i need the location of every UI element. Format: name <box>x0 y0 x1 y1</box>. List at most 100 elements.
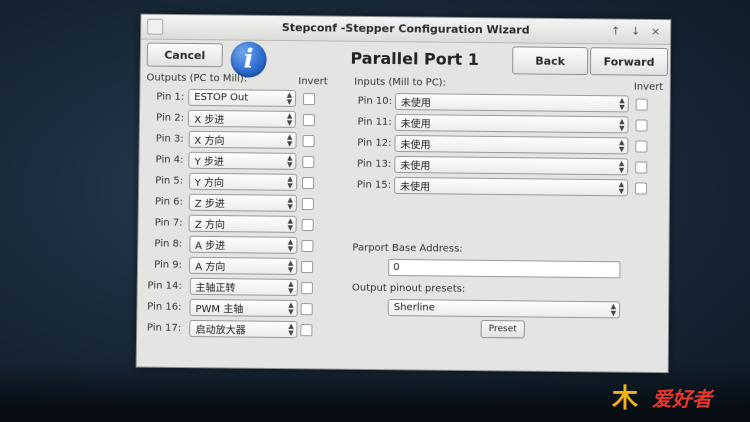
output-pin-value: 启动放大器 <box>196 321 246 337</box>
output-invert-checkbox[interactable] <box>303 93 315 105</box>
outputs-header: Outputs (PC to Mill): <box>146 72 247 84</box>
combo-arrows-icon: ▲ ▼ <box>287 155 293 169</box>
output-pin-value: A 步进 <box>195 237 225 252</box>
output-pin-label: Pin 14: <box>142 280 182 291</box>
output-pin-select[interactable]: X 步进 ▲ ▼ <box>188 110 296 128</box>
output-invert-checkbox[interactable] <box>301 240 313 252</box>
combo-arrows-icon: ▲ ▼ <box>619 139 624 153</box>
combo-arrows-icon: ▲ ▼ <box>287 113 293 127</box>
combo-arrows-icon: ▲ ▼ <box>287 197 293 211</box>
input-pin-label: Pin 11: <box>352 117 392 128</box>
input-invert-checkbox[interactable] <box>635 119 647 131</box>
window-close-icon[interactable]: × <box>651 25 660 38</box>
output-invert-checkbox[interactable] <box>301 282 313 294</box>
combo-arrows-icon: ▲ ▼ <box>287 176 293 190</box>
input-pin-select[interactable]: 未使用 ▲ ▼ <box>394 156 628 175</box>
forward-button[interactable]: Forward <box>590 47 668 76</box>
cancel-button[interactable]: Cancel <box>147 43 223 68</box>
output-pin-select[interactable]: Y 步进 ▲ ▼ <box>188 152 296 170</box>
output-pin-value: X 步进 <box>194 111 224 126</box>
input-pin-value: 未使用 <box>400 157 430 172</box>
input-pin-select[interactable]: 未使用 ▲ ▼ <box>394 177 628 196</box>
input-invert-checkbox[interactable] <box>635 182 647 194</box>
output-invert-checkbox[interactable] <box>303 114 315 126</box>
output-pin-select[interactable]: Z 方向 ▲ ▼ <box>189 215 297 233</box>
combo-arrows-icon: ▲ ▼ <box>619 160 625 174</box>
output-pin-label: Pin 2: <box>144 112 184 123</box>
title-bar[interactable]: Stepconf -Stepper Configuration Wizard ↑… <box>141 15 670 45</box>
parport-address-input[interactable]: 0 <box>388 259 620 278</box>
output-pin-value: PWM 主轴 <box>195 300 243 316</box>
output-invert-checkbox[interactable] <box>301 261 313 273</box>
watermark-word: 爱好者 <box>652 384 712 414</box>
output-pin-select[interactable]: A 步进 ▲ ▼ <box>189 236 297 254</box>
combo-arrows-icon: ▲ ▼ <box>288 281 294 295</box>
watermark-mark: 木 <box>612 382 638 416</box>
output-pin-value: Z 方向 <box>195 216 225 231</box>
outputs-invert-header: Invert <box>298 76 327 87</box>
combo-arrows-icon: ▲ ▼ <box>287 92 293 106</box>
output-pin-select[interactable]: 主轴正转 ▲ ▼ <box>189 278 297 296</box>
input-pin-select[interactable]: 未使用 ▲ ▼ <box>394 135 628 154</box>
input-pin-label: Pin 12: <box>351 137 391 148</box>
input-pin-value: 未使用 <box>400 178 430 193</box>
output-pin-value: A 方向 <box>195 258 225 273</box>
watermark-logo: 木 爱好者 <box>612 382 740 416</box>
output-pin-value: Y 步进 <box>195 153 224 168</box>
input-pin-select[interactable]: 未使用 ▲ ▼ <box>395 114 629 133</box>
output-invert-checkbox[interactable] <box>302 177 314 189</box>
inputs-header: Inputs (Mill to PC): <box>354 77 446 89</box>
combo-arrows-icon: ▲ ▼ <box>288 218 294 232</box>
output-pin-select[interactable]: 启动放大器 ▲ ▼ <box>190 320 298 338</box>
output-pin-select[interactable]: Z 步进 ▲ ▼ <box>189 194 297 212</box>
input-pin-value: 未使用 <box>400 136 430 151</box>
output-pin-label: Pin 16: <box>141 301 181 312</box>
output-pin-value: Y 方向 <box>195 174 224 189</box>
output-pin-label: Pin 17: <box>141 322 181 333</box>
output-pin-select[interactable]: X 方向 ▲ ▼ <box>188 131 296 149</box>
output-pin-label: Pin 4: <box>143 154 183 165</box>
input-invert-checkbox[interactable] <box>636 99 648 111</box>
output-pin-value: Z 步进 <box>195 195 225 210</box>
inputs-invert-header: Invert <box>634 82 663 93</box>
back-button[interactable]: Back <box>512 46 588 75</box>
output-pin-label: Pin 8: <box>142 238 182 249</box>
output-pin-value: X 方向 <box>194 132 224 147</box>
input-invert-checkbox[interactable] <box>635 161 647 173</box>
output-invert-checkbox[interactable] <box>300 324 312 336</box>
output-pin-select[interactable]: PWM 主轴 ▲ ▼ <box>189 299 297 317</box>
input-pin-label: Pin 10: <box>352 96 392 107</box>
window-title: Stepconf -Stepper Configuration Wizard <box>141 20 670 38</box>
combo-arrows-icon: ▲ ▼ <box>287 134 293 148</box>
output-pin-select[interactable]: Y 方向 ▲ ▼ <box>189 173 297 191</box>
output-pin-label: Pin 9: <box>142 259 182 270</box>
info-icon: i <box>230 41 266 77</box>
combo-arrows-icon: ▲ ▼ <box>619 97 624 111</box>
combo-arrows-icon: ▲ ▼ <box>288 239 294 253</box>
output-invert-checkbox[interactable] <box>301 303 313 315</box>
combo-arrows-icon: ▲ ▼ <box>288 260 294 274</box>
window-lower-icon[interactable]: ↓ <box>631 25 640 38</box>
combo-arrows-icon: ▲ ▼ <box>619 118 624 132</box>
pinout-presets-select[interactable]: Sherline ▲ ▼ <box>388 299 620 318</box>
pinout-presets-value: Sherline <box>394 302 435 313</box>
stepconf-window: Stepconf -Stepper Configuration Wizard ↑… <box>136 14 672 374</box>
output-pin-select[interactable]: ESTOP Out ▲ ▼ <box>188 89 296 107</box>
combo-arrows-icon: ▲ ▼ <box>619 181 625 195</box>
preset-button[interactable]: Preset <box>481 320 525 339</box>
output-invert-checkbox[interactable] <box>302 219 314 231</box>
pinout-presets-label: Output pinout presets: <box>352 283 465 295</box>
combo-arrows-icon: ▲ ▼ <box>611 303 617 317</box>
output-invert-checkbox[interactable] <box>302 156 314 168</box>
input-pin-label: Pin 13: <box>351 158 391 169</box>
input-pin-value: 未使用 <box>401 94 431 109</box>
output-invert-checkbox[interactable] <box>302 198 314 210</box>
window-raise-icon[interactable]: ↑ <box>611 25 620 38</box>
output-invert-checkbox[interactable] <box>303 135 315 147</box>
input-pin-value: 未使用 <box>401 115 431 130</box>
input-invert-checkbox[interactable] <box>635 140 647 152</box>
combo-arrows-icon: ▲ ▼ <box>288 323 294 337</box>
output-pin-label: Pin 6: <box>143 196 183 207</box>
input-pin-select[interactable]: 未使用 ▲ ▼ <box>395 93 629 112</box>
output-pin-select[interactable]: A 方向 ▲ ▼ <box>189 257 297 275</box>
